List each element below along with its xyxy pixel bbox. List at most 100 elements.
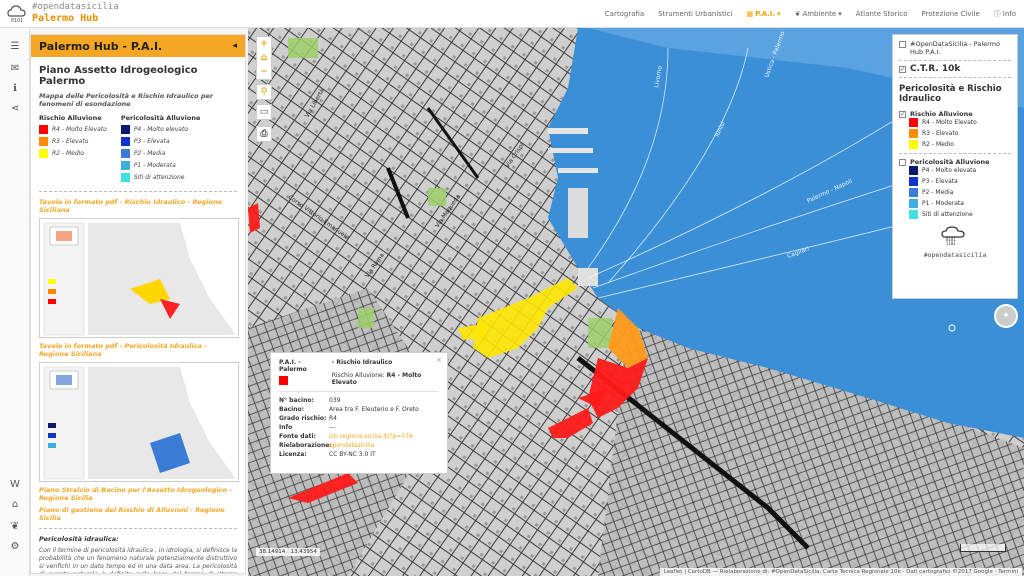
popup-value: R4	[329, 415, 337, 422]
legend-label: P4 - Molto elevata	[922, 167, 977, 174]
swatch	[120, 149, 130, 158]
map-attribution[interactable]: Leaflet | CartoDB — Rielaborazione di: #…	[659, 568, 1022, 576]
checkbox[interactable]	[899, 159, 906, 166]
hazard-legend: Pericolosità Alluvione P4 - Molto elevat…	[120, 114, 201, 185]
legend-item: P1 - Moderata	[120, 161, 201, 170]
zoom-out-button[interactable]: −	[257, 65, 271, 79]
wikipedia-icon[interactable]: W	[7, 476, 23, 492]
map-thumbnail-pericolosita[interactable]	[39, 362, 239, 482]
nav-ambiente-label: Ambiente	[802, 10, 837, 18]
checkbox-checked[interactable]: ✓	[899, 111, 906, 118]
legend-item: R4 - Molto Elevato	[39, 125, 107, 134]
legend-item: Siti di attenzione	[120, 173, 201, 182]
nav-ambiente[interactable]: ❦ Ambiente ▾	[795, 10, 842, 18]
ruler-icon[interactable]: ▭	[257, 105, 271, 119]
popup-key: N° bacino:	[279, 397, 314, 404]
legend-item: R3 - Elevato	[909, 129, 1011, 138]
layer-toggle-rischio[interactable]: ✓ Rischio Alluvione	[899, 110, 1011, 118]
brand[interactable]: 0101 #opendatasicilia Palermo Hub	[6, 2, 119, 24]
svg-text:1101: 1101	[946, 241, 956, 246]
brand-subtitle: #opendatasicilia	[32, 2, 119, 12]
layer-toggle-pericolosita[interactable]: Pericolosità Alluvione	[899, 158, 1011, 166]
legend-label: Siti di attenzione	[922, 211, 973, 218]
landmark-icon[interactable]: ⌂	[7, 496, 23, 512]
checkbox-checked[interactable]: ✓	[899, 66, 906, 73]
layer-group-heading: Pericolosità e Rischio Idraulico	[899, 84, 1002, 104]
popup-title-left: P.A.I. - Palermo	[279, 359, 307, 373]
pdf-link-pericolosita[interactable]: Tavole in formato pdf - Pericolosità Idr…	[39, 342, 237, 358]
pdf-link-rischio[interactable]: Tavole in formato pdf - Rischio Idraulic…	[39, 198, 237, 214]
pai-link[interactable]: Piano Stralcio di Bacino per l'Assetto I…	[39, 486, 237, 502]
thumbnail-image	[40, 219, 238, 337]
legend: Rischio Alluvione R4 - Molto Elevato R3 …	[39, 114, 237, 185]
legend-item: Siti di attenzione	[909, 210, 1011, 219]
swatch	[909, 166, 918, 175]
popup-key: Info	[279, 424, 293, 431]
nav-cartografia[interactable]: Cartografia	[605, 10, 644, 18]
nav-strumenti-urbanistici[interactable]: Strumenti Urbanistici	[658, 10, 732, 18]
divider	[899, 153, 1011, 154]
legend-label: R4 - Molto Elevato	[52, 126, 107, 133]
legend-item: P3 - Elevata	[909, 177, 1011, 186]
swatch	[909, 210, 918, 219]
swatch	[909, 118, 918, 127]
sidebar-heading: Piano Assetto Idrogeologico Palermo	[39, 65, 198, 87]
swatch	[120, 173, 130, 182]
legend-label: Siti di attenzione	[133, 174, 185, 181]
risk-legend-title: Rischio Alluvione	[39, 114, 102, 122]
popup-source-link[interactable]: sitr.regione.sicilia.it/?p=576	[329, 433, 439, 440]
leaf-icon[interactable]: ❦	[7, 518, 23, 534]
location-pin-icon[interactable]: ⚲	[257, 85, 271, 99]
gear-icon[interactable]: ⚙	[7, 538, 23, 554]
measure-control: ▭	[256, 104, 272, 120]
swatch	[909, 129, 918, 138]
menu-icon[interactable]: ☰	[7, 38, 23, 54]
checkbox[interactable]	[899, 41, 906, 48]
map-thumbnail-rischio[interactable]	[39, 218, 239, 338]
popup-row: Grado rischio: R4	[279, 415, 439, 422]
legend-item: R3 - Elevato	[39, 137, 107, 146]
layer-label: #OpenDataSicilia - Palermo Hub P.A.I.	[910, 40, 1000, 56]
popup-row: Fonte dati: sitr.regione.sicilia.it/?p=57…	[279, 433, 439, 440]
swatch	[39, 137, 48, 146]
share-icon[interactable]: ⋖	[7, 100, 23, 116]
left-rail: ☰ ✉ ℹ ⋖ W ⌂ ❦ ⚙	[0, 28, 30, 576]
sidebar-header: Palermo Hub - P.A.I. ◂	[31, 35, 245, 57]
brand-title: Palermo Hub	[32, 13, 99, 24]
nav-pai[interactable]: ▦ P.A.I. ▾	[746, 10, 780, 18]
legend-item: P4 - Molto elevato	[120, 125, 201, 134]
home-icon[interactable]: ⌂	[257, 51, 271, 65]
envelope-icon[interactable]: ✉	[7, 60, 23, 76]
swatch	[120, 125, 130, 134]
sidebar-panel: Palermo Hub - P.A.I. ◂ Piano Assetto Idr…	[30, 34, 246, 574]
legend-item: R2 - Medio	[39, 149, 107, 158]
popup-value: CC BY-NC 3.0 IT	[329, 451, 376, 458]
legend-label: R3 - Elevato	[52, 138, 89, 145]
legend-item: P1 - Moderata	[909, 199, 1011, 208]
layer-toggle-ctr[interactable]: ✓ C.T.R. 10k	[899, 65, 1011, 74]
popup-key: Licenza:	[279, 451, 307, 458]
popup-value: Area tra F. Eleuterio e F. Oreto	[329, 406, 419, 413]
popup-row: N° bacino: 039	[279, 397, 439, 404]
cloud-logo-icon: 0101 1101	[941, 226, 965, 246]
print-icon[interactable]: ⎙	[257, 127, 271, 141]
popup-rielaborazione-link[interactable]: opendatasicilia	[329, 442, 439, 449]
divider	[899, 77, 1011, 78]
nav-protezione-civile[interactable]: Protezione Civile	[922, 10, 980, 18]
swatch	[909, 199, 918, 208]
legend-label: P3 - Elevata	[133, 138, 170, 145]
pgra-link[interactable]: Piano di gestione del Rischio di Alluvio…	[39, 506, 237, 522]
legend-label: R4 - Molto Elevato	[922, 119, 977, 126]
legend-label: P2 - Media	[133, 150, 166, 157]
layer-toggle-pai[interactable]: #OpenDataSicilia - Palermo Hub P.A.I.	[899, 40, 1011, 56]
layer-control-panel: #OpenDataSicilia - Palermo Hub P.A.I. ✓ …	[892, 34, 1018, 299]
compass-icon[interactable]: ✦	[994, 304, 1018, 328]
leaf-icon: ❦	[794, 10, 801, 18]
nav-info[interactable]: ⓘ Info	[994, 9, 1016, 19]
close-icon[interactable]: ×	[436, 356, 442, 364]
nav-atlante-storico[interactable]: Atlante Storico	[856, 10, 908, 18]
collapse-icon[interactable]: ◂	[232, 41, 237, 51]
info-icon[interactable]: ℹ	[7, 80, 23, 96]
zoom-in-button[interactable]: +	[257, 37, 271, 51]
section-title: Pericolosità idraulica:	[39, 535, 119, 543]
